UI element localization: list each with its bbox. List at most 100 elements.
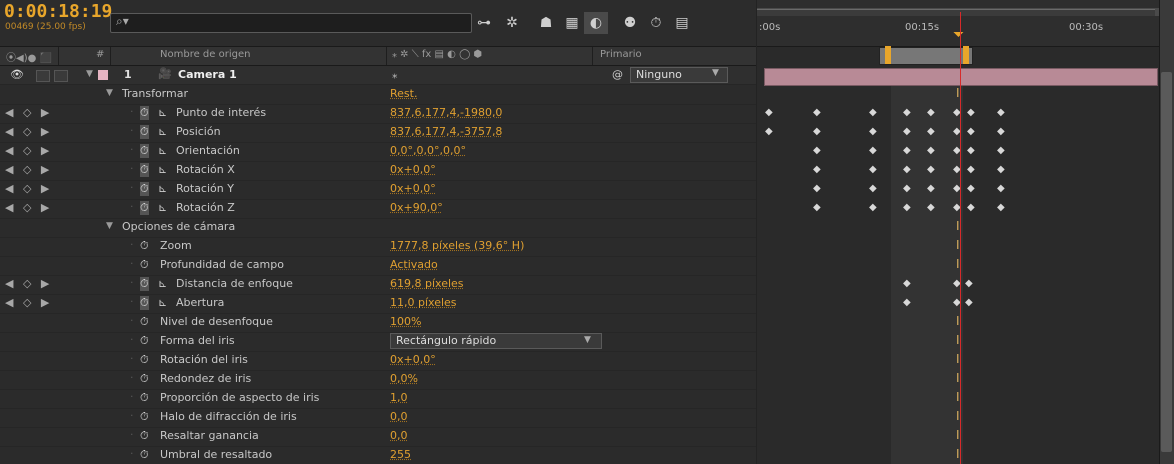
stopwatch-icon[interactable]: ⏱	[140, 144, 149, 158]
property-row[interactable]: · ⏱ Zoom 1777,8 píxeles (39,6° H)	[0, 237, 756, 257]
column-parent[interactable]: Primario	[600, 49, 642, 60]
graph-icon[interactable]: ⊾	[158, 277, 167, 290]
property-row[interactable]: ◀ ◇ ▶ · ⏱ ⊾ Distancia de enfoque 619,8 píxele…	[0, 275, 756, 295]
keyframe-marker[interactable]: ◆	[903, 183, 911, 194]
keyframe-marker[interactable]: ◆	[997, 145, 1005, 156]
property-row[interactable]: ◀ ◇ ▶ · ⏱ ⊾ Orientación 0,0°,0,0°,0,0°	[0, 142, 756, 162]
keyframe-marker[interactable]: ◆	[903, 278, 911, 289]
stopwatch-icon[interactable]: ⏱	[140, 372, 149, 386]
keyframe-navigator-icon[interactable]: ◀ ◇ ▶	[5, 144, 52, 157]
graph-icon[interactable]: ⊾	[158, 163, 167, 176]
stopwatch-icon[interactable]: ⏱	[140, 182, 149, 196]
property-value[interactable]: 100%	[390, 315, 421, 328]
stopwatch-icon[interactable]: ⏱	[140, 429, 149, 443]
pick-whip-icon[interactable]: @	[612, 68, 623, 81]
stopwatch-icon[interactable]: ⏱	[140, 125, 149, 139]
keyframe-marker[interactable]: ◆	[927, 202, 935, 213]
keyframe-marker[interactable]: ◆	[903, 126, 911, 137]
timecode-display[interactable]: 0:00:18:19	[4, 1, 112, 22]
visibility-eye-icon[interactable]: 👁	[10, 68, 24, 81]
search-icon[interactable]: ⌕▾	[116, 14, 129, 29]
keyframe-marker[interactable]: ◆	[903, 107, 911, 118]
keyframe-marker[interactable]: ◆	[813, 164, 821, 175]
property-row[interactable]: · ⏱ Proporción de aspecto de iris 1,0	[0, 389, 756, 409]
keyframe-marker[interactable]: ◆	[965, 297, 973, 308]
keyframe-marker[interactable]: ◆	[997, 164, 1005, 175]
label-color-swatch[interactable]	[98, 70, 108, 80]
property-row[interactable]: ◀ ◇ ▶ · ⏱ ⊾ Rotación X 0x+0,0°	[0, 161, 756, 181]
layer-name[interactable]: Camera 1	[178, 68, 237, 81]
graph-icon[interactable]: ⊾	[158, 106, 167, 119]
property-row[interactable]: · ⏱ Profundidad de campo Activado	[0, 256, 756, 276]
graph-icon[interactable]: ⊾	[158, 125, 167, 138]
keyframe-marker[interactable]: ◆	[997, 202, 1005, 213]
expand-triangle-icon[interactable]: ▼	[86, 69, 93, 79]
graph-icon[interactable]: ⊾	[158, 201, 167, 214]
property-value[interactable]: 0,0%	[390, 372, 418, 385]
property-value[interactable]: 255	[390, 448, 411, 461]
lock-box[interactable]	[54, 70, 68, 82]
stopwatch-icon[interactable]: ⏱	[140, 277, 149, 291]
property-row[interactable]: ◀ ◇ ▶ · ⏱ ⊾ Abertura 11,0 píxeles	[0, 294, 756, 314]
property-row[interactable]: · ⏱ Redondez de iris 0,0%	[0, 370, 756, 390]
property-row[interactable]: · ⏱ Forma del iris Rectángulo rápido ▼	[0, 332, 756, 352]
expand-triangle-icon[interactable]: ▼	[106, 221, 113, 231]
property-value[interactable]: 0,0°,0,0°,0,0°	[390, 144, 466, 157]
keyframe-navigator-icon[interactable]: ◀ ◇ ▶	[5, 106, 52, 119]
property-group-row[interactable]: ▼ Transformar Rest.	[0, 85, 756, 105]
keyframe-marker[interactable]: ◆	[869, 145, 877, 156]
keyframe-marker[interactable]: ◆	[927, 183, 935, 194]
auto-keyframe-icon[interactable]: ⏱	[644, 12, 668, 34]
composition-mini-flowchart-icon[interactable]: ⊶	[472, 12, 496, 34]
property-row[interactable]: · ⏱ Resaltar ganancia 0,0	[0, 427, 756, 447]
stopwatch-icon[interactable]: ⏱	[140, 353, 149, 367]
keyframe-navigator-icon[interactable]: ◀ ◇ ▶	[5, 277, 52, 290]
keyframe-navigator-icon[interactable]: ◀ ◇ ▶	[5, 125, 52, 138]
property-row[interactable]: · ⏱ Halo de difracción de iris 0,0	[0, 408, 756, 428]
property-value[interactable]: 11,0 píxeles	[390, 296, 457, 309]
keyframe-marker[interactable]: ◆	[903, 297, 911, 308]
property-value[interactable]: 837,6,177,4,-3757,8	[390, 125, 502, 138]
keyframe-marker[interactable]: ◆	[813, 107, 821, 118]
keyframe-marker[interactable]: ◆	[869, 202, 877, 213]
keyframe-marker[interactable]: ◆	[869, 183, 877, 194]
stopwatch-icon[interactable]: ⏱	[140, 448, 149, 462]
layer-row[interactable]: 👁 ▼ 1 🎥 Camera 1 ⁎ @ Ninguno ▼	[0, 66, 756, 85]
property-value[interactable]: 0,0	[390, 410, 408, 423]
property-row[interactable]: ◀ ◇ ▶ · ⏱ ⊾ Posición 837,6,177,4,-3757,8	[0, 123, 756, 143]
property-value[interactable]: 0x+0,0°	[390, 353, 436, 366]
property-row[interactable]: · ⏱ Umbral de resaltado 255	[0, 446, 756, 464]
property-row[interactable]: ◀ ◇ ▶ · ⏱ ⊾ Punto de interés 837,6,177,4,-198…	[0, 104, 756, 124]
solo-box[interactable]	[36, 70, 50, 82]
draft-3d-icon[interactable]: ✲	[500, 12, 524, 34]
layer-switch-icon[interactable]: ⁎	[392, 68, 398, 81]
keyframe-navigator-icon[interactable]: ◀ ◇ ▶	[5, 296, 52, 309]
keyframe-marker[interactable]: ◆	[903, 164, 911, 175]
stopwatch-icon[interactable]: ⏱	[140, 106, 149, 120]
keyframe-marker[interactable]: ◆	[927, 164, 935, 175]
brainstorm-icon[interactable]: ⚉	[618, 12, 642, 34]
frame-blending-icon[interactable]: ▦	[560, 12, 584, 34]
property-value[interactable]: 1777,8 píxeles (39,6° H)	[390, 239, 524, 252]
stopwatch-icon[interactable]: ⏱	[140, 296, 149, 310]
stopwatch-icon[interactable]: ⏱	[140, 410, 149, 424]
stopwatch-icon[interactable]: ⏱	[140, 163, 149, 177]
property-row[interactable]: · ⏱ Nivel de desenfoque 100%	[0, 313, 756, 333]
property-value[interactable]: 0,0	[390, 429, 408, 442]
scrollbar-thumb[interactable]	[1161, 72, 1172, 452]
stopwatch-icon[interactable]: ⏱	[140, 334, 149, 348]
property-row[interactable]: · ⏱ Rotación del iris 0x+0,0°	[0, 351, 756, 371]
keyframe-marker[interactable]: ◆	[903, 202, 911, 213]
keyframe-marker[interactable]: ◆	[765, 126, 773, 137]
keyframe-navigator-icon[interactable]: ◀ ◇ ▶	[5, 201, 52, 214]
stopwatch-icon[interactable]: ⏱	[140, 201, 149, 215]
graph-icon[interactable]: ⊾	[158, 182, 167, 195]
keyframe-marker[interactable]: ◆	[813, 183, 821, 194]
property-value[interactable]: 0x+0,0°	[390, 182, 436, 195]
column-source-name[interactable]: Nombre de origen	[160, 49, 250, 60]
keyframe-marker[interactable]: ◆	[813, 126, 821, 137]
property-value[interactable]: 0x+0,0°	[390, 163, 436, 176]
property-value[interactable]: Activado	[390, 258, 438, 271]
keyframe-marker[interactable]: ◆	[967, 107, 975, 118]
keyframe-marker[interactable]: ◆	[997, 107, 1005, 118]
